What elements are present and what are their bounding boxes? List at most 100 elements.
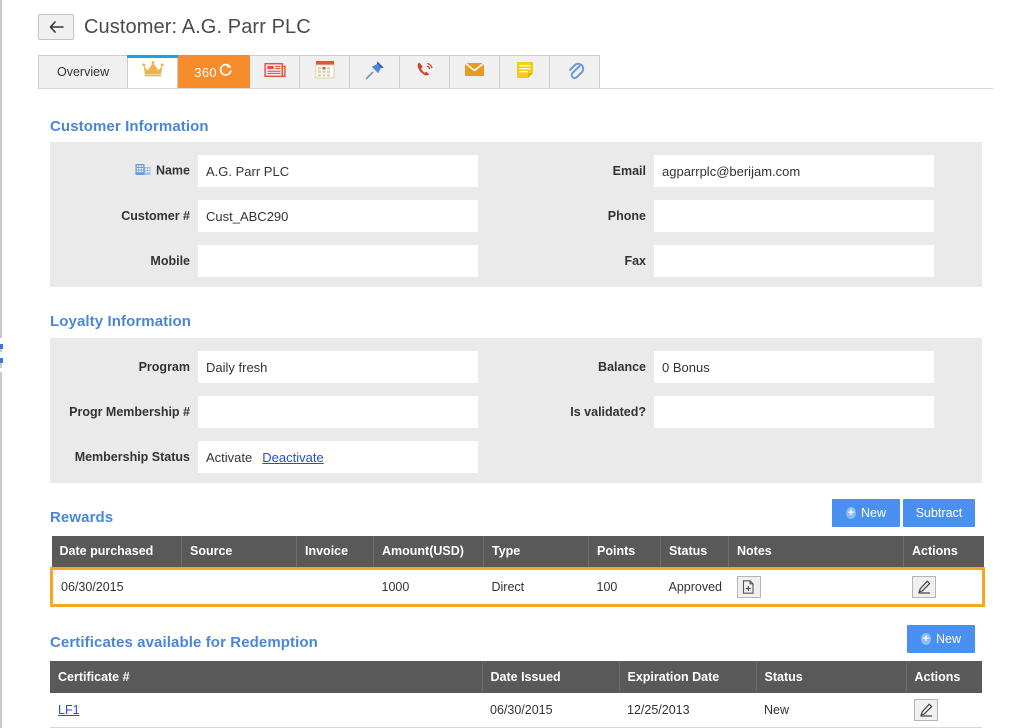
certificates-cell-status: New bbox=[756, 693, 906, 728]
mobile-input[interactable] bbox=[198, 245, 478, 277]
customer-no-input[interactable]: Cust_ABC290 bbox=[198, 200, 478, 232]
certificates-cell-actions bbox=[906, 693, 982, 728]
field-fax-label: Fax bbox=[624, 254, 646, 268]
rewards-col-source[interactable]: Source bbox=[181, 536, 297, 568]
page-title: Customer: A.G. Parr PLC bbox=[84, 16, 311, 38]
rewards-cell-actions bbox=[903, 566, 985, 607]
field-name-label: Name bbox=[100, 163, 190, 179]
customer-information-heading: Customer Information bbox=[50, 118, 209, 135]
rewards-cell-points: 100 bbox=[588, 566, 661, 607]
loyalty-information-heading: Loyalty Information bbox=[50, 313, 192, 330]
back-arrow-icon bbox=[49, 21, 64, 33]
tab-360[interactable]: 360 bbox=[178, 55, 251, 89]
table-row[interactable]: 06/30/2015 1000 Direct 100 Approved bbox=[50, 566, 985, 607]
plus-icon: + bbox=[921, 632, 931, 645]
refresh-360-icon bbox=[218, 62, 233, 82]
rewards-col-invoice[interactable]: Invoice bbox=[296, 536, 374, 568]
tab-notes[interactable] bbox=[500, 55, 551, 89]
field-membership-status: Membership Status Activate Deactivate bbox=[62, 441, 478, 473]
rewards-subtract-button[interactable]: Subtract bbox=[903, 499, 975, 527]
tab-news[interactable] bbox=[250, 55, 301, 89]
certificates-col-date-issued[interactable]: Date Issued bbox=[482, 661, 620, 693]
program-input[interactable]: Daily fresh bbox=[198, 351, 478, 383]
field-balance-label: Balance bbox=[598, 360, 646, 374]
envelope-icon bbox=[464, 61, 485, 83]
rewards-col-date-purchased[interactable]: Date purchased bbox=[51, 536, 182, 568]
membership-status-input: Activate Deactivate bbox=[198, 441, 478, 473]
field-progr-membership: Progr Membership # bbox=[62, 396, 478, 428]
phone-input[interactable] bbox=[654, 200, 934, 232]
tab-bar: Overview 360 bbox=[38, 55, 601, 89]
rewards-new-button[interactable]: + New bbox=[832, 499, 900, 527]
field-progr-membership-label: Progr Membership # bbox=[69, 405, 190, 419]
tab-email[interactable] bbox=[450, 55, 501, 89]
rewards-cell-date-purchased: 06/30/2015 bbox=[50, 566, 182, 607]
email-input[interactable]: agparrplc@berijam.com bbox=[654, 155, 934, 187]
rewards-heading: Rewards bbox=[50, 509, 114, 526]
rewards-col-status[interactable]: Status bbox=[660, 536, 729, 568]
field-is-validated-label: Is validated? bbox=[570, 405, 646, 419]
name-input[interactable]: A.G. Parr PLC bbox=[198, 155, 478, 187]
tab-loyalty[interactable] bbox=[127, 55, 179, 89]
field-name: Name A.G. Parr PLC bbox=[100, 155, 478, 187]
edit-certificate-button[interactable] bbox=[914, 699, 938, 721]
field-email: Email agparrplc@berijam.com bbox=[560, 155, 934, 187]
certificate-link[interactable]: LF1 bbox=[58, 703, 80, 717]
balance-input[interactable]: 0 Bonus bbox=[654, 351, 934, 383]
certificates-table-header-row: Certificate # Date Issued Expiration Dat… bbox=[50, 661, 982, 693]
rewards-col-points[interactable]: Points bbox=[588, 536, 661, 568]
rewards-col-actions[interactable]: Actions bbox=[903, 536, 984, 568]
pencil-icon bbox=[920, 703, 933, 717]
field-program-label: Program bbox=[138, 360, 190, 374]
rewards-col-amount[interactable]: Amount(USD) bbox=[373, 536, 484, 568]
rewards-cell-status: Approved bbox=[660, 566, 729, 607]
field-phone: Phone bbox=[560, 200, 934, 232]
rewards-col-notes[interactable]: Notes bbox=[728, 536, 904, 568]
customer-detail-page: Customer: A.G. Parr PLC Overview 360 Cus… bbox=[0, 0, 1011, 728]
tab-phone[interactable] bbox=[400, 55, 451, 89]
field-customer-no-label: Customer # bbox=[121, 209, 190, 223]
field-phone-label: Phone bbox=[607, 209, 646, 223]
field-email-label: Email bbox=[612, 164, 646, 178]
field-membership-status-label: Membership Status bbox=[74, 450, 190, 464]
add-note-button[interactable] bbox=[736, 575, 761, 598]
deactivate-link[interactable]: Deactivate bbox=[262, 450, 323, 465]
rewards-cell-type: Direct bbox=[483, 566, 589, 607]
certificates-col-status[interactable]: Status bbox=[756, 661, 907, 693]
field-balance: Balance 0 Bonus bbox=[540, 351, 934, 383]
progr-membership-input[interactable] bbox=[198, 396, 478, 428]
field-name-label-text: Name bbox=[155, 163, 190, 178]
table-row[interactable]: LF1 06/30/2015 12/25/2013 New bbox=[50, 693, 982, 728]
membership-status-value: Activate bbox=[206, 449, 253, 465]
pencil-icon bbox=[917, 579, 930, 594]
tab-attachments[interactable] bbox=[550, 55, 601, 89]
tab-overview[interactable]: Overview bbox=[38, 55, 129, 89]
paperclip-icon bbox=[565, 60, 585, 85]
certificates-cell-certificate-no: LF1 bbox=[50, 693, 482, 728]
left-sidebar-edge bbox=[0, 0, 2, 728]
back-button[interactable] bbox=[38, 14, 74, 40]
certificates-cell-expiration-date: 12/25/2013 bbox=[619, 693, 756, 728]
tab-overview-label: Overview bbox=[57, 65, 110, 79]
rewards-table: Date purchased Source Invoice Amount(USD… bbox=[50, 536, 985, 607]
certificates-col-expiration-date[interactable]: Expiration Date bbox=[619, 661, 757, 693]
crown-icon bbox=[141, 61, 164, 82]
is-validated-input[interactable] bbox=[654, 396, 934, 428]
rewards-new-label: New bbox=[860, 506, 886, 520]
certificates-col-actions[interactable]: Actions bbox=[906, 661, 982, 693]
rewards-col-type[interactable]: Type bbox=[483, 536, 589, 568]
calendar-icon bbox=[315, 60, 335, 84]
certificates-heading: Certificates available for Redemption bbox=[50, 634, 318, 651]
field-mobile-label: Mobile bbox=[150, 254, 190, 268]
edit-reward-button[interactable] bbox=[911, 575, 936, 598]
certificates-col-certificate-no[interactable]: Certificate # bbox=[50, 661, 483, 693]
field-is-validated: Is validated? bbox=[540, 396, 934, 428]
fax-input[interactable] bbox=[654, 245, 934, 277]
tab-calendar[interactable] bbox=[300, 55, 351, 89]
certificates-new-button[interactable]: + New bbox=[907, 625, 975, 653]
field-fax: Fax bbox=[560, 245, 934, 277]
phone-icon bbox=[415, 60, 435, 85]
certificates-new-label: New bbox=[935, 632, 961, 646]
tab-pin[interactable] bbox=[350, 55, 401, 89]
rewards-cell-notes bbox=[728, 566, 904, 607]
